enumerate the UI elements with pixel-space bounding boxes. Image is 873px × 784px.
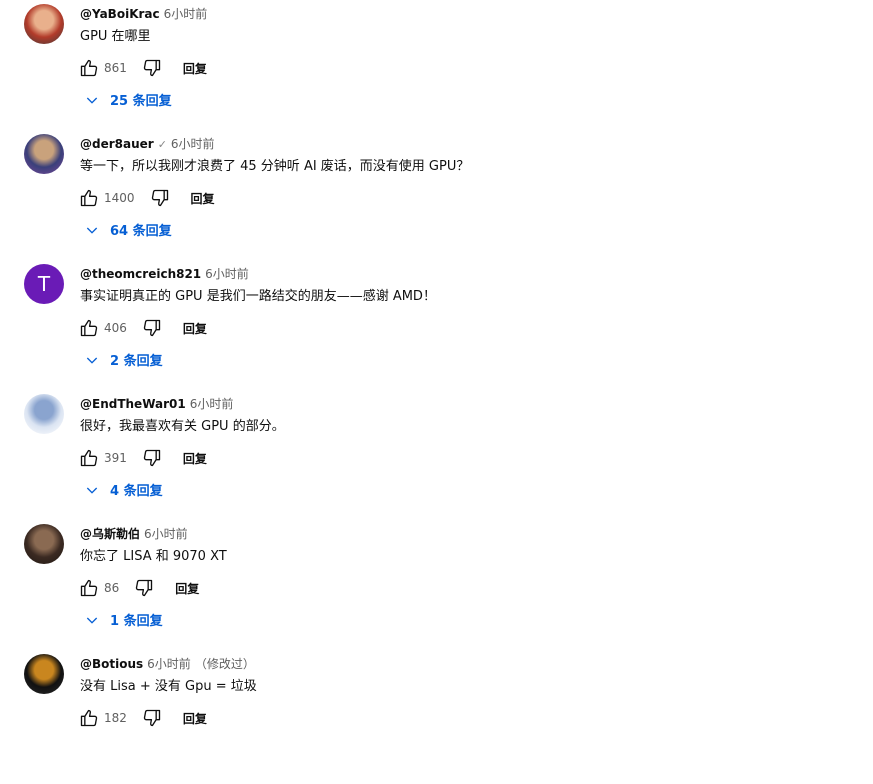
comment-time[interactable]: 6小时前: [205, 267, 249, 281]
author-name[interactable]: @theomcreich821: [80, 267, 201, 281]
comment-header: @乌斯勒伯 6小时前: [80, 526, 188, 542]
comment: @乌斯勒伯 6小时前 你忘了 LISA 和 9070 XT 86 回复 1 条回复: [0, 524, 873, 654]
comment-header: @YaBoiKrac 6小时前: [80, 6, 207, 22]
comment-actions: 1400 回复: [78, 186, 215, 210]
replies-count: 2 条回复: [110, 354, 163, 369]
replies-count: 25 条回复: [110, 94, 172, 109]
avatar[interactable]: [24, 524, 64, 564]
dislike-button[interactable]: [141, 707, 163, 729]
comment-time[interactable]: 6小时前: [171, 137, 215, 151]
comment-text: 等一下，所以我刚才浪费了 45 分钟听 AI 废话，而没有使用 GPU？: [80, 159, 470, 174]
avatar[interactable]: [24, 4, 64, 44]
comment-text: 事实证明真正的 GPU 是我们一路结交的朋友——感谢 AMD！: [80, 289, 436, 304]
reply-button[interactable]: 回复: [183, 450, 207, 467]
comment-header: @theomcreich821 6小时前: [80, 266, 249, 282]
view-replies-button[interactable]: 64 条回复: [84, 220, 172, 239]
comment: @EndTheWar01 6小时前 很好，我最喜欢有关 GPU 的部分。 391 …: [0, 394, 873, 524]
thumbs-down-icon: [136, 579, 153, 597]
thumbs-up-icon: [80, 319, 98, 337]
like-count: 86: [104, 581, 120, 595]
view-replies-button[interactable]: 25 条回复: [84, 90, 172, 109]
thumbs-up-icon: [80, 579, 98, 597]
view-replies-button[interactable]: 4 条回复: [84, 480, 163, 499]
comment-header: @der8auer ✓ 6小时前: [80, 136, 215, 153]
avatar-letter: T: [37, 272, 51, 296]
comment: @YaBoiKrac 6小时前 GPU 在哪里 861 回复 25 条回复: [0, 4, 873, 134]
avatar[interactable]: T: [24, 264, 64, 304]
like-count: 406: [104, 321, 127, 335]
chevron-down-icon: [86, 227, 98, 234]
view-replies-button[interactable]: 2 条回复: [84, 350, 163, 369]
comment-text: 没有 Lisa + 没有 Gpu = 垃圾: [80, 679, 257, 694]
thumbs-down-icon: [143, 59, 161, 77]
avatar[interactable]: [24, 134, 64, 174]
like-button[interactable]: [78, 707, 100, 729]
edited-label: （修改过）: [194, 657, 255, 671]
dislike-button[interactable]: [133, 577, 155, 599]
like-count: 391: [104, 451, 127, 465]
dislike-button[interactable]: [141, 57, 163, 79]
chevron-down-icon: [86, 617, 98, 624]
comment-time[interactable]: 6小时前: [190, 397, 234, 411]
thumbs-down-icon: [151, 189, 168, 207]
author-name[interactable]: @EndTheWar01: [80, 397, 186, 411]
verified-check-icon: ✓: [157, 138, 167, 151]
comment-text: GPU 在哪里: [80, 29, 151, 44]
replies-count: 4 条回复: [110, 484, 163, 499]
chevron-down-icon: [86, 357, 98, 364]
comment-actions: 391 回复: [78, 446, 207, 470]
comment-text: 你忘了 LISA 和 9070 XT: [80, 549, 227, 564]
dislike-button[interactable]: [141, 447, 163, 469]
like-button[interactable]: [78, 187, 100, 209]
like-button[interactable]: [78, 57, 100, 79]
dislike-button[interactable]: [141, 317, 163, 339]
reply-button[interactable]: 回复: [183, 710, 207, 727]
replies-count: 64 条回复: [110, 224, 172, 239]
like-button[interactable]: [78, 447, 100, 469]
author-name[interactable]: @der8auer: [80, 137, 154, 151]
like-count: 1400: [104, 191, 135, 205]
reply-button[interactable]: 回复: [183, 60, 207, 77]
comment-actions: 182 回复: [78, 706, 207, 730]
comment-actions: 86 回复: [78, 576, 199, 600]
comment-header: @Botious 6小时前 （修改过）: [80, 656, 255, 672]
chevron-down-icon: [86, 97, 98, 104]
thumbs-up-icon: [80, 709, 98, 727]
thumbs-down-icon: [143, 709, 161, 727]
thumbs-up-icon: [80, 189, 98, 207]
replies-count: 1 条回复: [110, 614, 163, 629]
reply-button[interactable]: 回复: [183, 320, 207, 337]
like-button[interactable]: [78, 317, 100, 339]
reply-button[interactable]: 回复: [191, 190, 215, 207]
like-button[interactable]: [78, 577, 100, 599]
like-count: 182: [104, 711, 127, 725]
author-name[interactable]: @YaBoiKrac: [80, 7, 160, 21]
thumbs-up-icon: [80, 449, 98, 467]
thumbs-down-icon: [143, 449, 161, 467]
comment: @der8auer ✓ 6小时前 等一下，所以我刚才浪费了 45 分钟听 AI 废话…: [0, 134, 873, 264]
comment-time[interactable]: 6小时前: [147, 657, 191, 671]
comment: @Botious 6小时前 （修改过） 没有 Lisa + 没有 Gpu = 垃圾 …: [0, 654, 873, 784]
reply-button[interactable]: 回复: [175, 580, 199, 597]
view-replies-button[interactable]: 1 条回复: [84, 610, 163, 629]
thumbs-down-icon: [143, 319, 161, 337]
comment: T @theomcreich821 6小时前 事实证明真正的 GPU 是我们一路结…: [0, 264, 873, 394]
comment-text: 很好，我最喜欢有关 GPU 的部分。: [80, 419, 285, 434]
comment-time[interactable]: 6小时前: [144, 527, 188, 541]
avatar[interactable]: [24, 654, 64, 694]
comment-time[interactable]: 6小时前: [164, 7, 208, 21]
author-name[interactable]: @Botious: [80, 657, 143, 671]
chevron-down-icon: [86, 487, 98, 494]
thumbs-up-icon: [80, 59, 98, 77]
comment-actions: 406 回复: [78, 316, 207, 340]
like-count: 861: [104, 61, 127, 75]
dislike-button[interactable]: [149, 187, 171, 209]
avatar[interactable]: [24, 394, 64, 434]
comment-actions: 861 回复: [78, 56, 207, 80]
author-name[interactable]: @乌斯勒伯: [80, 527, 140, 541]
comment-header: @EndTheWar01 6小时前: [80, 396, 233, 412]
